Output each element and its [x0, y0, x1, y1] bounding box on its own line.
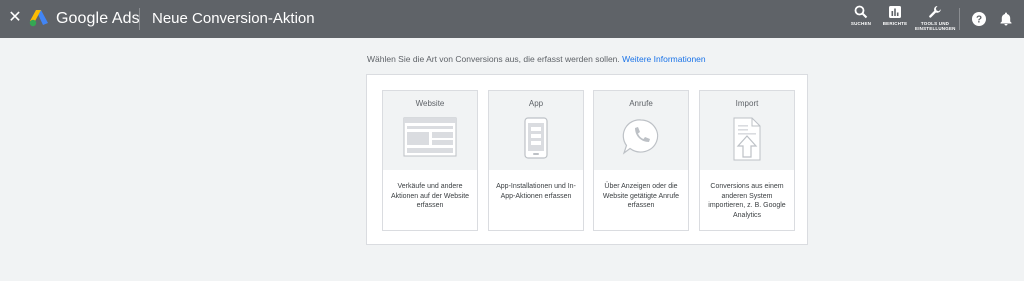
close-icon[interactable]: ✕ — [8, 10, 22, 26]
card-import[interactable]: Import Conversions aus einem anderen Sys… — [699, 90, 795, 231]
card-website[interactable]: Website Verkäufe und andere Aktionen auf… — [382, 90, 478, 231]
top-app-bar: ✕ Google Ads Neue Conversion-Aktion SUCH… — [0, 0, 1024, 38]
page-title: Neue Conversion-Aktion — [152, 10, 315, 27]
search-button[interactable]: SUCHEN — [846, 5, 876, 35]
header-divider — [139, 8, 140, 30]
card-title: Website — [415, 99, 445, 108]
search-label: SUCHEN — [850, 21, 872, 26]
learn-more-link[interactable]: Weitere Informationen — [622, 54, 705, 64]
card-description: App-Installationen und In-App-Aktionen e… — [496, 183, 576, 200]
google-ads-logo — [29, 10, 48, 27]
card-description: Verkäufe und andere Aktionen auf der Web… — [390, 183, 470, 209]
bar-chart-icon — [889, 6, 901, 18]
intro-text: Wählen Sie die Art von Conversions aus, … — [367, 54, 706, 65]
tools-settings-label: TOOLS UND EINSTELLUNGEN — [915, 21, 956, 31]
brand-name: Google Ads — [56, 10, 140, 27]
tools-settings-button[interactable]: TOOLS UND EINSTELLUNGEN — [915, 5, 955, 35]
card-title: App — [528, 99, 544, 108]
card-description: Conversions aus einem anderen System imp… — [708, 183, 786, 219]
search-icon — [854, 5, 868, 19]
card-header-area: Website — [383, 91, 477, 170]
phone-call-illustration — [594, 117, 688, 165]
intro-text-label: Wählen Sie die Art von Conversions aus, … — [367, 54, 620, 64]
website-illustration — [383, 117, 477, 165]
reports-button[interactable]: BERICHTE — [879, 5, 911, 35]
phone-illustration — [489, 117, 583, 165]
import-document-illustration — [700, 117, 794, 165]
card-app[interactable]: App App-Installationen und In-App-Aktion… — [488, 90, 584, 231]
reports-label: BERICHTE — [882, 21, 908, 26]
card-header-area: App — [489, 91, 583, 170]
card-title: Import — [735, 99, 759, 108]
help-icon[interactable]: ? — [971, 11, 987, 27]
card-calls[interactable]: Anrufe Über Anzeigen oder die Website ge… — [593, 90, 689, 231]
card-title: Anrufe — [629, 99, 653, 108]
card-description: Über Anzeigen oder die Website getätigte… — [602, 183, 680, 209]
conversion-type-panel: Website Verkäufe und andere Aktionen auf… — [366, 74, 808, 245]
card-header-area: Import — [700, 91, 794, 170]
bell-icon[interactable] — [998, 11, 1014, 27]
card-header-area: Anrufe — [594, 91, 688, 170]
wrench-icon — [929, 6, 941, 18]
svg-text:?: ? — [976, 15, 982, 26]
header-divider-right — [959, 8, 960, 30]
